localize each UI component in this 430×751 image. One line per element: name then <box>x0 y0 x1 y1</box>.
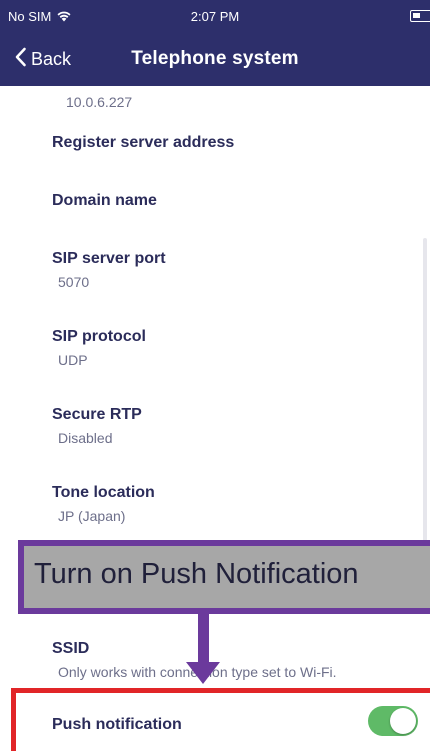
annotation-callout-text: Turn on Push Notification <box>34 558 359 590</box>
navigation-bar: Back Telephone system <box>0 38 430 82</box>
list-item-value: JP (Japan) <box>58 508 126 524</box>
list-item-sip-server-port[interactable]: SIP server port 5070 <box>52 250 422 290</box>
annotation-callout: Turn on Push Notification <box>18 540 430 614</box>
list-item-value: UDP <box>58 352 88 368</box>
list-item-value: 5070 <box>58 274 90 290</box>
list-item-title: Tone location <box>52 484 155 501</box>
list-item-title: SSID <box>52 640 90 657</box>
cut-off-value: 10.0.6.227 <box>66 94 133 110</box>
list-item-register-server-address[interactable]: Register server address <box>52 134 422 152</box>
annotation-arrow-head <box>186 662 220 684</box>
list-item-domain-name[interactable]: Domain name <box>52 192 422 210</box>
list-item-title: SIP protocol <box>52 328 146 345</box>
list-item-sip-protocol[interactable]: SIP protocol UDP <box>52 328 422 368</box>
top-bar: No SIM 2:07 PM Back Telephone system <box>0 0 430 86</box>
settings-list[interactable]: 10.0.6.227 Register server address Domai… <box>0 86 430 751</box>
list-item-secure-rtp[interactable]: Secure RTP Disabled <box>52 406 422 446</box>
list-item-title: SIP server port <box>52 250 166 267</box>
list-item-title: Secure RTP <box>52 406 142 423</box>
page-title: Telephone system <box>131 48 299 69</box>
list-item-value: Only works with connection type set to W… <box>58 664 337 680</box>
list-item-tone-location[interactable]: Tone location JP (Japan) <box>52 484 422 524</box>
push-notification-toggle[interactable] <box>368 706 418 736</box>
battery-icon <box>410 10 430 22</box>
list-item-title: Register server address <box>52 134 235 151</box>
status-time: 2:07 PM <box>190 9 240 24</box>
annotation-arrow-shaft <box>198 614 209 666</box>
list-item-value: Disabled <box>58 430 113 446</box>
list-item-ssid[interactable]: SSID Only works with connection type set… <box>52 640 422 680</box>
list-item-title: Domain name <box>52 192 157 209</box>
scrollbar[interactable] <box>423 238 427 568</box>
status-bar: No SIM 2:07 PM <box>0 0 430 32</box>
toggle-knob[interactable] <box>390 708 416 734</box>
